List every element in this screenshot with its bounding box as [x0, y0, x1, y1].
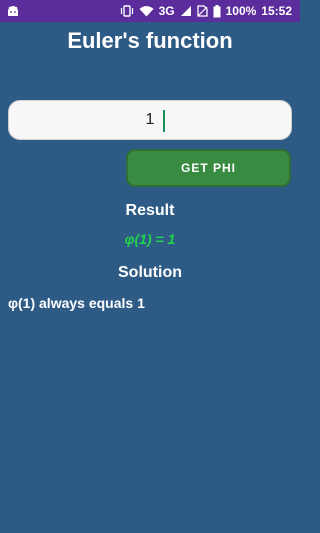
network-type: 3G	[158, 4, 175, 18]
result-heading: Result	[125, 202, 175, 219]
number-input[interactable]	[9, 101, 291, 139]
signal-icon	[180, 5, 192, 17]
status-left	[6, 5, 20, 17]
status-bar: 3G 100% 15:52	[0, 0, 300, 22]
get-phi-button[interactable]: GET PHI	[126, 149, 291, 187]
battery-icon	[213, 4, 221, 18]
battery-level: 100%	[225, 4, 257, 18]
result-value: φ(1) = 1	[124, 231, 176, 247]
wifi-icon	[139, 5, 154, 17]
text-cursor	[163, 110, 165, 132]
solution-heading: Solution	[118, 264, 182, 281]
vibrate-icon	[120, 5, 134, 17]
number-input-container[interactable]	[8, 100, 292, 140]
status-right: 3G 100% 15:52	[120, 4, 292, 18]
page-title: Euler's function	[67, 28, 233, 53]
android-icon	[6, 5, 20, 17]
no-sim-icon	[196, 5, 208, 17]
clock: 15:52	[261, 4, 292, 18]
solution-text: φ(1) always equals 1	[8, 295, 145, 311]
